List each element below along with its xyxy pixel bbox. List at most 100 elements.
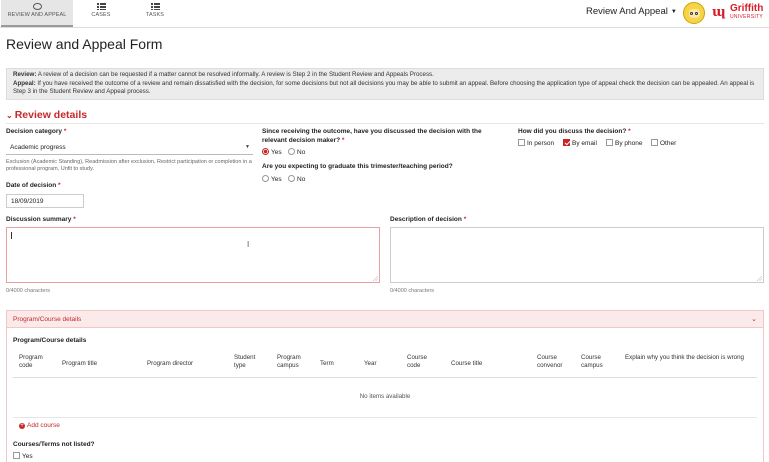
checkbox-icon [13,452,20,459]
checkbox-icon [518,139,525,146]
list-icon [150,3,160,10]
graduate-yes-radio[interactable]: Yes [262,175,282,183]
review-info: Review: A review of a decision can be re… [13,71,757,80]
required-mark: * [341,136,345,144]
add-course-button[interactable]: + Add course [19,422,60,429]
required-mark: * [628,128,631,135]
column-header: Year [364,360,377,367]
input-value: 18/09/2019 [11,198,44,205]
avatar-eye [695,12,698,15]
program-course-panel-header[interactable]: Program/Course details ⌄ [7,311,763,328]
select-value: Academic progress [10,144,66,151]
radio-icon [288,148,295,155]
divider [13,417,757,418]
column-header: Course convenor [537,354,563,369]
page-title: Review and Appeal Form [6,36,163,52]
gavel-icon [32,3,42,10]
tab-label: TASKS [145,12,165,18]
discussed-no-radio[interactable]: No [288,148,305,156]
label-text: Date of decision [6,182,57,189]
appeal-info-label: Appeal: [13,79,36,87]
section-toggle-review-details[interactable]: ⌄ Review details [6,109,87,121]
discussion-summary-label: Discussion summary * [6,216,76,225]
list-icon [96,3,106,10]
radio-icon [262,175,269,182]
tab-review-and-appeal[interactable]: REVIEW AND APPEAL [1,0,73,27]
graduate-question-label: Are you expecting to graduate this trime… [262,163,453,170]
date-of-decision-input[interactable]: 18/09/2019 [6,194,84,208]
text-caret [11,232,12,239]
chevron-down-icon: ⌄ [6,111,13,120]
divider [6,123,764,124]
discussion-summary-textarea[interactable] [6,227,380,283]
how-in-person-checkbox[interactable]: In person [518,139,554,147]
how-by-email-checkbox[interactable]: By email [563,139,597,147]
checkbox-checked-icon [563,139,570,146]
program-course-subtitle: Program/Course details [13,337,87,344]
decision-category-label: Decision category * [6,128,66,137]
description-of-decision-textarea[interactable] [390,227,764,283]
column-header: Program code [19,354,43,369]
label-text: Since receiving the outcome, have you di… [262,128,482,144]
how-by-phone-checkbox[interactable]: By phone [606,139,642,147]
column-header: Program title [62,360,98,367]
logo-sub: UNIVERSITY [730,14,764,20]
discussion-summary-count: 0/4000 characters [6,288,51,294]
logo-name: Griffith [730,3,764,14]
label-text: Discussion summary [6,216,72,223]
resize-handle-icon[interactable] [757,276,762,281]
tab-tasks[interactable]: TASKS [140,0,170,27]
checkbox-label: By email [572,140,597,147]
app-menu[interactable]: Review And Appeal ▼ [586,6,677,17]
how-other-checkbox[interactable]: Other [651,139,676,147]
avatar-eye [690,12,693,15]
tab-label: REVIEW AND APPEAL [7,12,67,18]
label-text: Decision category [6,128,62,135]
required-mark: * [58,182,61,189]
label-text: Description of decision [390,216,462,223]
radio-label: Yes [271,176,282,183]
decision-category-help: Exclusion (Academic Standing), Readmissi… [6,159,252,172]
caret-down-icon: ▼ [670,9,677,15]
program-course-panel: Program/Course details ⌄ Program/Course … [6,310,764,462]
decision-category-select[interactable]: Academic progress ▼ [6,141,253,155]
column-header: Program director [147,360,194,367]
column-header: Term [320,360,334,367]
label-text: How did you discuss the decision? [518,128,627,135]
column-header: Explain why you think the decision is wr… [625,354,745,361]
discussed-yes-radio[interactable]: Yes [262,148,282,156]
button-label: Add course [27,422,60,429]
empty-state: No items available [359,393,411,400]
caret-down-icon: ▼ [245,144,250,150]
checkbox-icon [651,139,658,146]
date-of-decision-label: Date of decision * [6,182,61,191]
info-box: Review: A review of a decision can be re… [6,68,764,100]
griffith-logo: ɰ Griffith UNIVERSITY [712,3,768,23]
column-header: Course title [451,360,483,367]
radio-label: No [297,176,306,183]
chevron-down-icon[interactable]: ⌄ [751,315,757,323]
checkbox-label: Other [660,140,677,147]
description-of-decision-count: 0/4000 characters [390,288,435,294]
tab-cases[interactable]: CASES [86,0,116,27]
review-info-text: A review of a decision can be requested … [36,71,434,78]
section-title: Review details [14,109,88,121]
resize-handle-icon[interactable] [373,276,378,281]
required-mark: * [463,216,467,223]
how-discussed-label: How did you discuss the decision? * [518,128,631,137]
avatar[interactable] [683,2,705,24]
required-mark: * [63,128,67,135]
appeal-info-text: If you have received the outcome of a re… [13,79,755,96]
radio-label: Yes [271,149,282,156]
discussed-question-label: Since receiving the outcome, have you di… [262,128,507,145]
tab-label: CASES [91,12,111,18]
checkbox-label: Yes [22,453,33,460]
graduate-no-radio[interactable]: No [288,175,305,183]
courses-not-listed-checkbox[interactable]: Yes [13,452,33,460]
app-menu-label: Review And Appeal [586,6,668,17]
required-mark: * [73,216,76,223]
column-header: Student type [234,354,256,369]
column-header: Course code [407,354,427,369]
panel-header-label: Program/Course details [13,316,82,323]
logo-mark-icon: ɰ [712,5,726,20]
